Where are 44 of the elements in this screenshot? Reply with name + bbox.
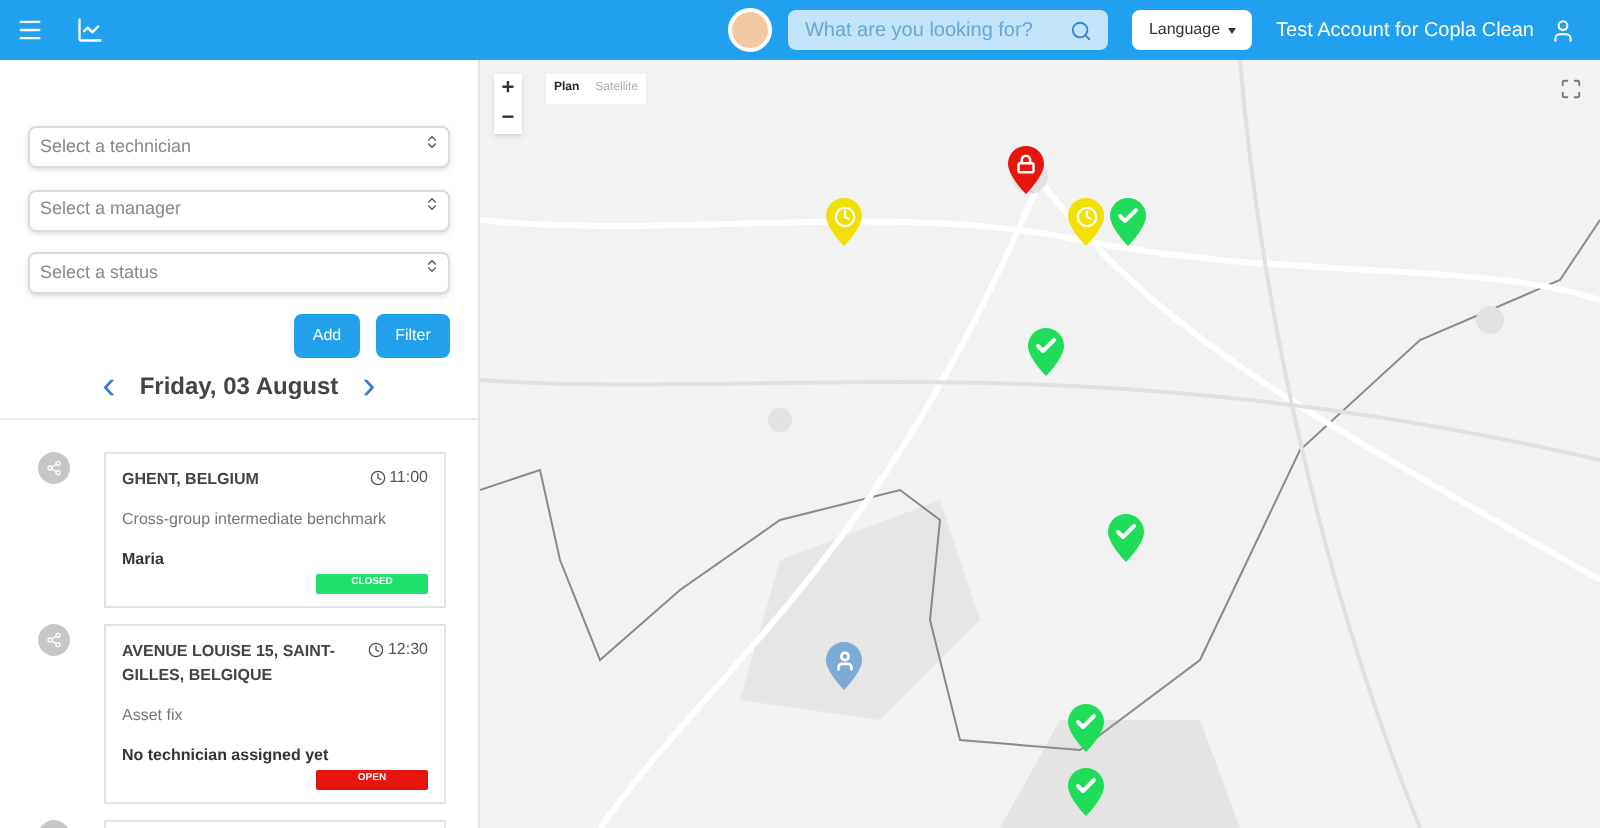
- share-icon: [38, 623, 70, 656]
- select-field[interactable]: Select a technician: [28, 126, 450, 169]
- job-assignee: No technician assigned yet: [122, 743, 331, 768]
- date-title: Friday, 03 August: [139, 369, 339, 404]
- job-assignee: Maria: [122, 547, 166, 572]
- check-pin-icon[interactable]: [1108, 514, 1144, 562]
- clock-icon: [369, 469, 386, 486]
- check-pin-icon[interactable]: [1028, 328, 1064, 376]
- share-icon: [38, 451, 70, 484]
- menu-icon[interactable]: [16, 16, 44, 44]
- filter-button[interactable]: Filter: [376, 313, 450, 358]
- select-field[interactable]: Select a status: [28, 251, 450, 294]
- chart-icon[interactable]: [76, 16, 104, 44]
- job-time: 12:30: [367, 639, 428, 660]
- check-pin-icon[interactable]: [1068, 768, 1104, 816]
- clock-pin-icon[interactable]: [1068, 198, 1104, 246]
- job-time: 11:00: [369, 467, 428, 488]
- user-icon[interactable]: [1550, 17, 1576, 43]
- check-pin-icon[interactable]: [1110, 198, 1146, 246]
- zoom-out-button[interactable]: −: [494, 104, 522, 134]
- previous-button[interactable]: ‹: [102, 365, 116, 406]
- caret-icon: [1228, 27, 1237, 33]
- job-address: GHENT, BELGIUM: [122, 467, 259, 492]
- clock-pin-icon[interactable]: [826, 198, 862, 246]
- updown-icon: [424, 195, 440, 212]
- person-pin-icon[interactable]: [826, 642, 862, 690]
- job-description: Asset fix: [122, 703, 185, 728]
- search-icon[interactable]: [1070, 19, 1093, 41]
- clock-icon: [367, 641, 384, 658]
- job-description: Cross-group intermediate benchmark: [122, 507, 389, 532]
- search-field[interactable]: What are you looking for?: [788, 10, 1109, 50]
- next-button[interactable]: ›: [362, 365, 376, 406]
- add-button[interactable]: Add: [294, 313, 360, 358]
- check-pin-icon[interactable]: [1068, 704, 1104, 752]
- avatar-icon[interactable]: [728, 8, 773, 52]
- updown-icon: [424, 133, 440, 149]
- lock-pin-icon[interactable]: [1008, 146, 1044, 194]
- zoom-in-button[interactable]: +: [494, 74, 522, 104]
- fullscreen-icon[interactable]: [1560, 78, 1582, 100]
- language-button[interactable]: Language: [1132, 10, 1253, 50]
- account-name[interactable]: Test Account for Copla Clean: [1276, 15, 1534, 45]
- job-address: AVENUE LOUISE 15, SAINT-GILLES, BELGIQUE: [122, 639, 338, 688]
- updown-icon: [424, 258, 440, 274]
- select-field[interactable]: Select a manager: [28, 189, 450, 231]
